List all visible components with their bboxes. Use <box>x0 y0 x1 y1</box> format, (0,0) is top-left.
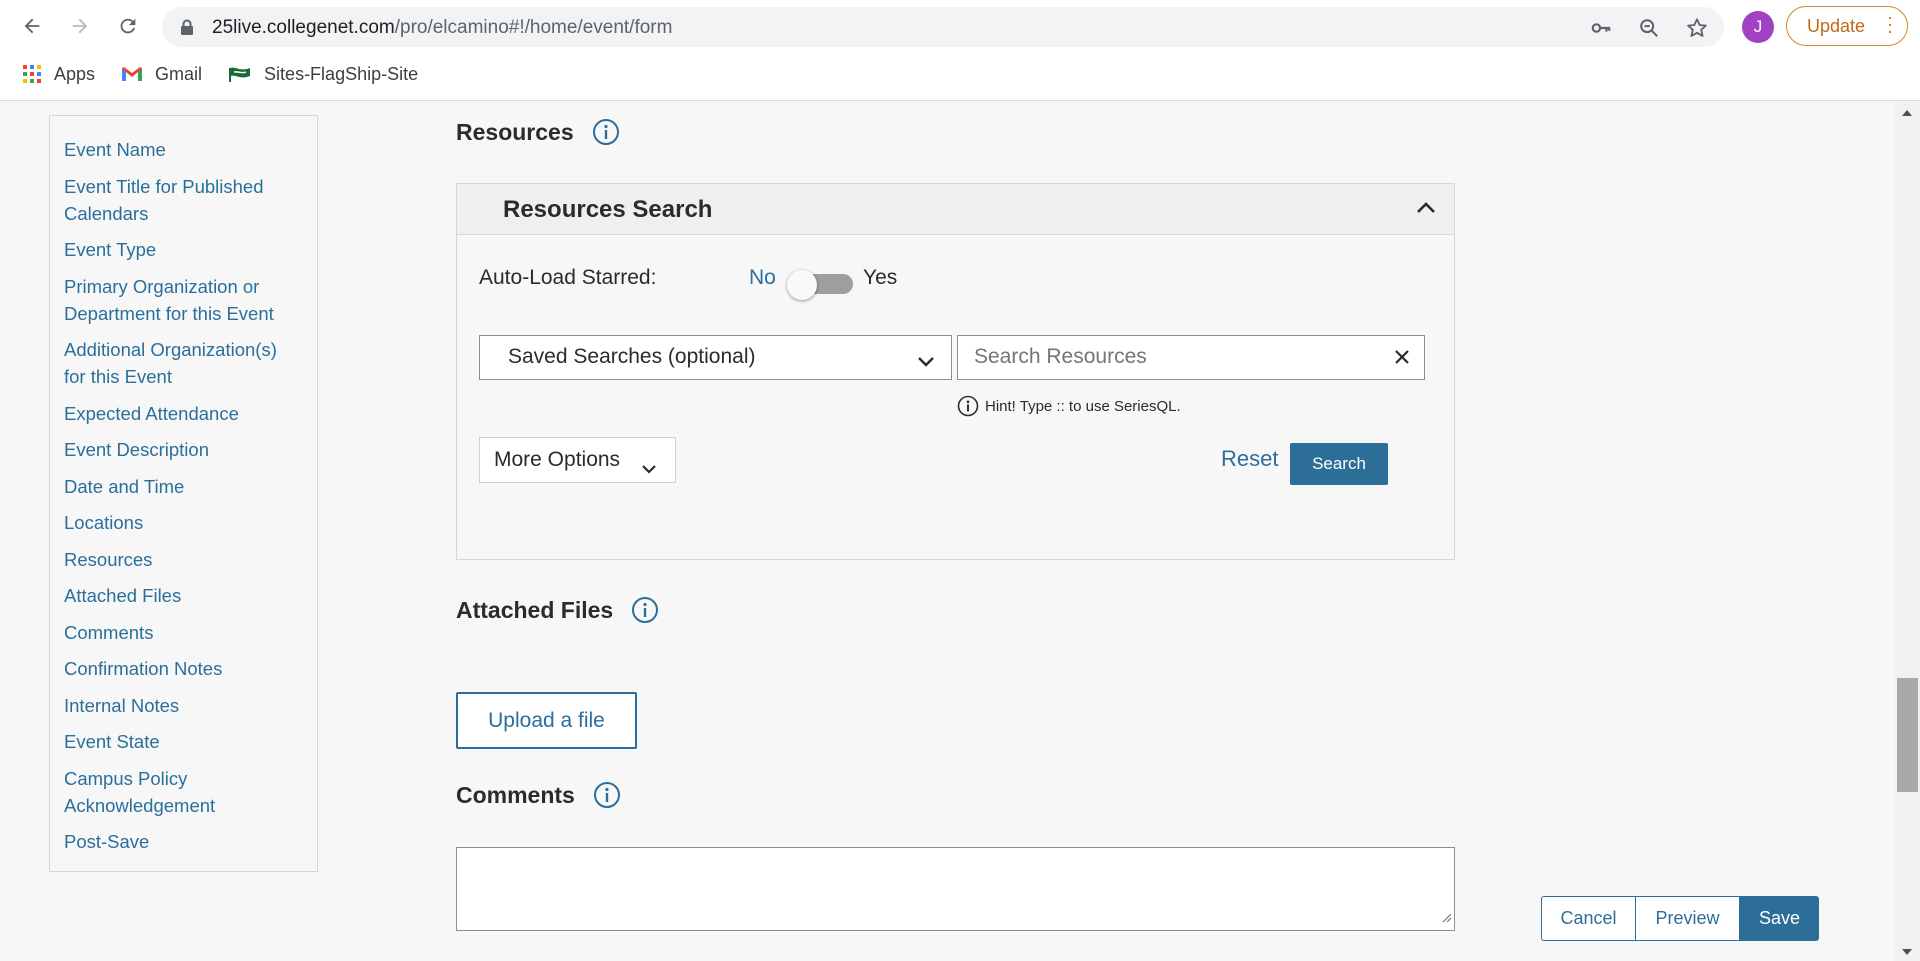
star-icon[interactable] <box>1686 17 1708 39</box>
info-icon[interactable] <box>593 781 621 809</box>
event-form-page: Event Name Event Title for Published Cal… <box>0 102 1920 961</box>
resources-title: Resources <box>456 118 574 145</box>
sidebar-item-event-type[interactable]: Event Type <box>50 236 317 263</box>
comments-textarea[interactable] <box>456 847 1455 931</box>
toggle-no-label: No <box>749 266 776 289</box>
flag-site-icon <box>228 66 252 82</box>
browser-chrome: 25live.collegenet.com/pro/elcamino#!/hom… <box>0 0 1920 101</box>
zoom-icon[interactable] <box>1638 17 1660 39</box>
chevron-up-icon[interactable] <box>1416 200 1436 219</box>
lock-icon <box>180 19 194 41</box>
upload-file-button[interactable]: Upload a file <box>456 692 637 749</box>
forward-icon[interactable] <box>64 10 96 42</box>
form-action-bar: Cancel Preview Save <box>1541 896 1819 941</box>
update-button[interactable]: Update · · · <box>1786 6 1908 46</box>
sidebar-item-date-and-time[interactable]: Date and Time <box>50 473 317 500</box>
resources-heading: Resources <box>456 118 620 146</box>
menu-dots-icon: · · · <box>1887 7 1893 41</box>
sidebar-item-post-save[interactable]: Post-Save <box>50 828 317 855</box>
form-section-nav: Event Name Event Title for Published Cal… <box>49 115 318 872</box>
resources-search-title: Resources Search <box>503 196 713 223</box>
attached-files-heading: Attached Files <box>456 596 659 624</box>
sidebar-item-internal-notes[interactable]: Internal Notes <box>50 692 317 719</box>
apps-grid-icon <box>22 64 42 84</box>
info-icon[interactable] <box>631 596 659 624</box>
bookmarks-bar: Apps Gmail Sites-FlagShip-Site <box>0 56 1920 92</box>
preview-button[interactable]: Preview <box>1636 896 1740 941</box>
autoload-starred-label: Auto-Load Starred: <box>479 266 657 289</box>
back-icon[interactable] <box>16 10 48 42</box>
autoload-starred-toggle[interactable] <box>787 270 853 300</box>
chevron-down-icon <box>641 456 657 480</box>
more-options-label: More Options <box>494 448 621 471</box>
seriesql-hint: Hint! Type :: to use SeriesQL. <box>957 395 1181 417</box>
resources-search-panel: Resources Search Auto-Load Starred: No Y… <box>456 183 1455 560</box>
saved-searches-label: Saved Searches (optional) <box>508 345 756 368</box>
sidebar-item-comments[interactable]: Comments <box>50 619 317 646</box>
more-options-button[interactable]: More Options <box>479 437 676 483</box>
comments-title: Comments <box>456 781 575 808</box>
comments-heading: Comments <box>456 781 621 809</box>
toggle-yes-label: Yes <box>863 266 898 289</box>
bookmark-sites-flagship[interactable]: Sites-FlagShip-Site <box>228 64 418 85</box>
sidebar-item-event-state[interactable]: Event State <box>50 728 317 755</box>
url-text: 25live.collegenet.com/pro/elcamino#!/hom… <box>212 17 673 38</box>
search-resources-input[interactable] <box>974 336 1384 377</box>
sidebar-item-resources[interactable]: Resources <box>50 546 317 573</box>
search-resources-field[interactable] <box>957 335 1425 380</box>
address-bar[interactable]: 25live.collegenet.com/pro/elcamino#!/hom… <box>162 7 1724 47</box>
chevron-down-icon <box>917 350 935 374</box>
scroll-down-arrow-icon[interactable] <box>1902 949 1912 955</box>
sidebar-item-primary-organization[interactable]: Primary Organization or Department for t… <box>50 273 317 327</box>
bookmark-apps[interactable]: Apps <box>22 64 95 85</box>
clear-icon[interactable] <box>1394 349 1410 370</box>
sidebar-item-confirmation-notes[interactable]: Confirmation Notes <box>50 655 317 682</box>
reload-icon[interactable] <box>112 10 144 42</box>
info-icon[interactable] <box>592 118 620 146</box>
page-scrollbar[interactable] <box>1895 102 1920 961</box>
sidebar-item-event-name[interactable]: Event Name <box>50 136 317 163</box>
sidebar-item-event-description[interactable]: Event Description <box>50 436 317 463</box>
scroll-thumb[interactable] <box>1897 678 1918 792</box>
resize-grip-icon[interactable] <box>1440 910 1452 928</box>
key-icon[interactable] <box>1590 17 1612 39</box>
resources-search-header[interactable]: Resources Search <box>457 184 1454 235</box>
info-icon <box>957 395 979 417</box>
sidebar-item-event-title[interactable]: Event Title for Published Calendars <box>50 173 317 227</box>
scroll-up-arrow-icon[interactable] <box>1902 110 1912 116</box>
gmail-icon <box>121 66 143 82</box>
sidebar-item-expected-attendance[interactable]: Expected Attendance <box>50 400 317 427</box>
attached-files-title: Attached Files <box>456 596 614 623</box>
sidebar-item-additional-organizations[interactable]: Additional Organization(s) for this Even… <box>50 336 317 390</box>
reset-link[interactable]: Reset <box>1221 446 1278 472</box>
sidebar-item-attached-files[interactable]: Attached Files <box>50 582 317 609</box>
search-button[interactable]: Search <box>1290 443 1388 485</box>
sidebar-item-locations[interactable]: Locations <box>50 509 317 536</box>
bookmark-gmail[interactable]: Gmail <box>121 64 202 85</box>
save-button[interactable]: Save <box>1740 896 1819 941</box>
saved-searches-dropdown[interactable]: Saved Searches (optional) <box>479 335 952 380</box>
sidebar-item-campus-policy[interactable]: Campus Policy Acknowledgement <box>50 765 317 819</box>
hint-text: Hint! Type :: to use SeriesQL. <box>985 397 1181 415</box>
profile-avatar[interactable]: J <box>1742 11 1774 43</box>
cancel-button[interactable]: Cancel <box>1541 896 1636 941</box>
